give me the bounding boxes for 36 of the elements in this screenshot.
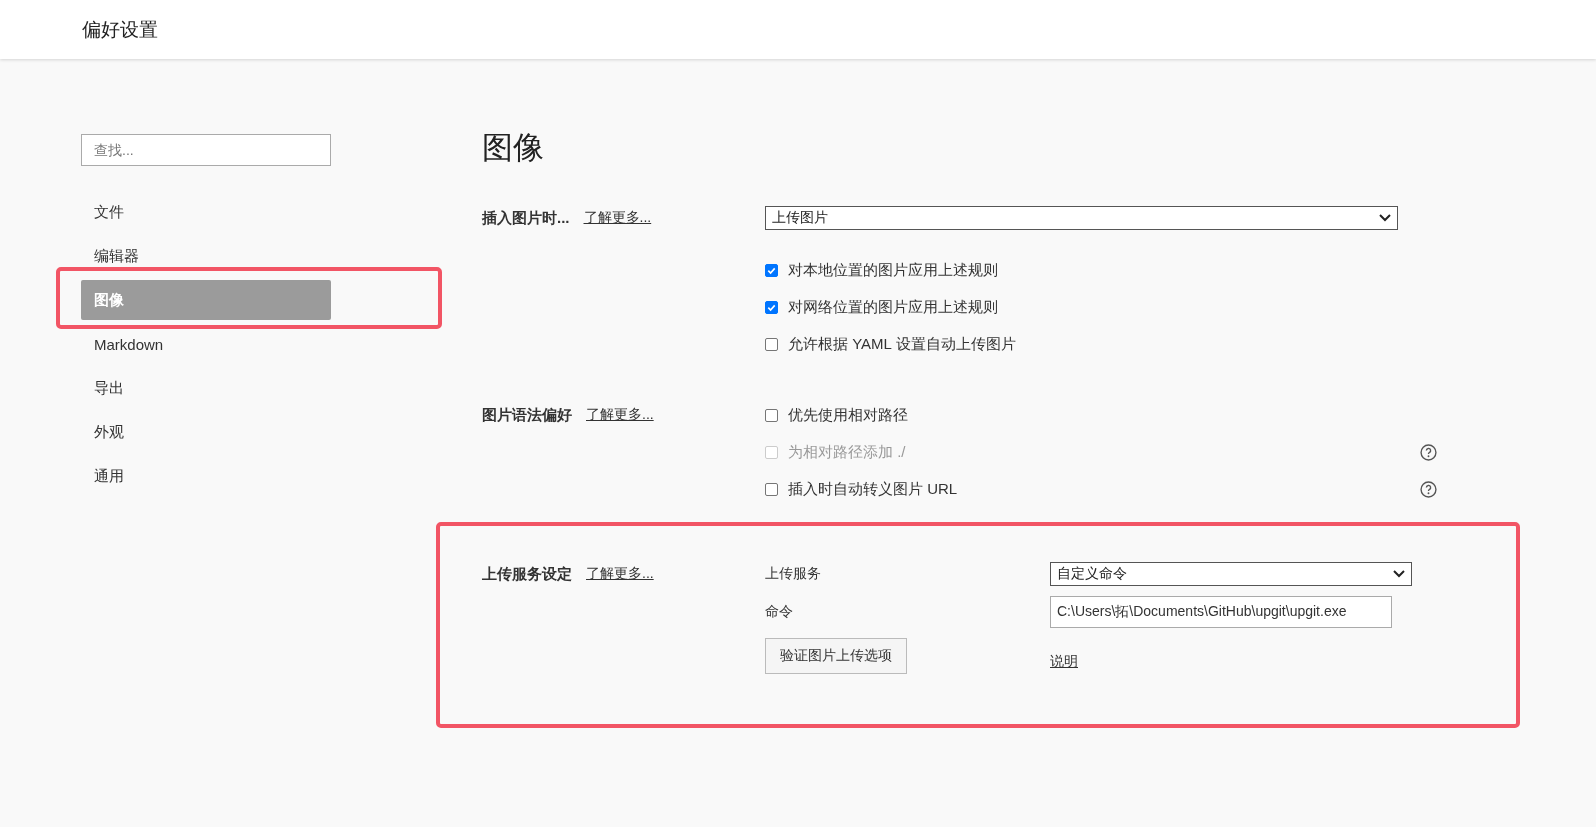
checkbox[interactable] bbox=[765, 483, 778, 497]
page-title: 图像 bbox=[482, 129, 545, 167]
sidebar-item[interactable]: 编辑器 bbox=[81, 236, 331, 276]
section-label: 上传服务设定 bbox=[482, 565, 572, 585]
validate-button[interactable]: 验证图片上传选项 bbox=[765, 638, 907, 675]
section-label: 插入图片时... bbox=[482, 209, 570, 229]
checkbox-label: 为相对路径添加 ./ bbox=[788, 443, 907, 463]
dropdown[interactable]: 上传图片 bbox=[765, 206, 1398, 231]
sidebar-item[interactable]: 导出 bbox=[81, 368, 331, 408]
checkbox-label: 对网络位置的图片应用上述规则 bbox=[788, 298, 999, 318]
sidebar-item[interactable]: Markdown bbox=[81, 324, 331, 364]
learn-more-link[interactable]: 了解更多... bbox=[586, 565, 654, 584]
learn-more-link[interactable]: 了解更多... bbox=[583, 209, 652, 228]
checkbox[interactable] bbox=[765, 264, 778, 278]
chevron-down-icon bbox=[1393, 570, 1405, 579]
input-field[interactable]: C:\Users\拓\Documents\GitHub\upgit\upgit.exe bbox=[1050, 596, 1392, 629]
sidebar-item[interactable]: 文件 bbox=[81, 192, 331, 232]
section-label: 图片语法偏好 bbox=[482, 406, 572, 426]
learn-more-link[interactable]: 了解更多... bbox=[586, 406, 654, 425]
checkbox-label: 插入时自动转义图片 URL bbox=[788, 480, 959, 500]
checkbox[interactable] bbox=[765, 301, 778, 315]
field-label: 命令 bbox=[765, 603, 794, 622]
sidebar-item[interactable]: 通用 bbox=[81, 456, 331, 496]
dropdown[interactable]: 自定义命令 bbox=[1050, 562, 1412, 587]
checkbox[interactable] bbox=[765, 409, 778, 423]
checkbox-label: 对本地位置的图片应用上述规则 bbox=[788, 261, 999, 281]
field-label: 上传服务 bbox=[765, 565, 822, 584]
sidebar-item[interactable]: 外观 bbox=[81, 412, 331, 452]
window-title: 偏好设置 bbox=[82, 17, 158, 42]
help-icon[interactable] bbox=[1420, 481, 1437, 499]
help-link[interactable]: 说明 bbox=[1050, 653, 1078, 672]
search-field[interactable]: 查找... bbox=[81, 134, 331, 166]
checkbox[interactable] bbox=[765, 338, 778, 352]
checkbox-label: 允许根据 YAML 设置自动上传图片 bbox=[788, 335, 1017, 355]
chevron-down-icon bbox=[1379, 214, 1391, 223]
checkbox-label: 优先使用相对路径 bbox=[788, 406, 909, 426]
